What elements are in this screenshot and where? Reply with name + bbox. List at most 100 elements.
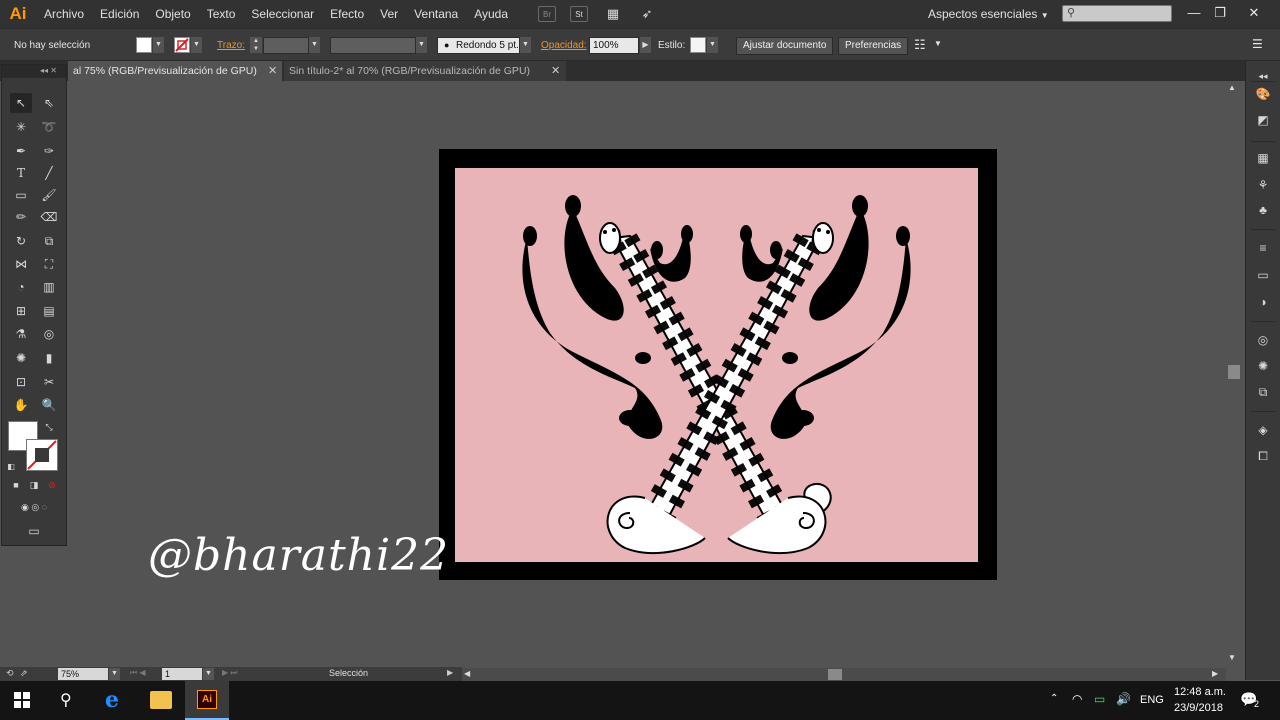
- layers-panel-icon[interactable]: ◈: [1253, 421, 1273, 439]
- rotate-tool-icon[interactable]: ↻: [10, 231, 32, 251]
- line-tool-icon[interactable]: ╱: [38, 163, 60, 183]
- swatches-panel-icon[interactable]: ▦: [1253, 149, 1273, 167]
- stock-icon[interactable]: St: [570, 6, 589, 22]
- artboard-nav-last-icon[interactable]: ▶ ⏭: [222, 668, 238, 678]
- menu-ayuda[interactable]: Ayuda: [466, 0, 516, 28]
- horizontal-scroll-thumb[interactable]: [828, 669, 842, 680]
- variable-width-dropdown[interactable]: ▼: [416, 37, 427, 53]
- blend-tool-icon[interactable]: ◎: [38, 324, 60, 344]
- close-button[interactable]: ✕: [1244, 4, 1264, 22]
- menu-objeto[interactable]: Objeto: [147, 0, 198, 28]
- appearance-panel-icon[interactable]: ◎: [1253, 331, 1273, 349]
- share-icon[interactable]: ⇗: [20, 668, 28, 679]
- stroke-dropdown[interactable]: ▼: [191, 37, 202, 53]
- graphic-styles-icon[interactable]: ✺: [1253, 357, 1273, 375]
- scroll-up-arrow-icon[interactable]: ▲: [1228, 83, 1236, 92]
- eraser-tool-icon[interactable]: ⌫: [38, 207, 60, 227]
- screen-mode-icon[interactable]: ▭: [22, 521, 46, 539]
- stroke-weight-dropdown[interactable]: ▼: [309, 37, 320, 53]
- status-menu-arrow-icon[interactable]: ▶: [447, 668, 453, 677]
- artboard[interactable]: [455, 168, 978, 562]
- hand-tool-icon[interactable]: ✋: [10, 395, 32, 415]
- arrange-icon[interactable]: ☷: [914, 37, 926, 53]
- scale-tool-icon[interactable]: ⧉: [38, 231, 60, 251]
- menu-texto[interactable]: Texto: [199, 0, 244, 28]
- lasso-tool-icon[interactable]: ➰: [38, 117, 60, 137]
- color-guide-icon[interactable]: ◩: [1253, 111, 1273, 129]
- scroll-left-arrow-icon[interactable]: ◀: [464, 669, 470, 678]
- artboard-tool-icon[interactable]: ⊡: [10, 372, 32, 392]
- close-icon[interactable]: ✕: [268, 61, 277, 81]
- fill-dropdown[interactable]: ▼: [153, 37, 164, 53]
- fit-document-button[interactable]: Ajustar documento: [736, 37, 834, 55]
- style-swatch[interactable]: [690, 37, 706, 53]
- tab-document-1[interactable]: al 75% (RGB/Previsualización de GPU): [68, 61, 282, 81]
- search-input[interactable]: ⚲: [1062, 5, 1172, 22]
- width-tool-icon[interactable]: ⋈: [10, 254, 32, 274]
- menu-ventana[interactable]: Ventana: [406, 0, 466, 28]
- chevron-up-icon[interactable]: ⌃: [1050, 693, 1058, 704]
- horizontal-scrollbar[interactable]: ◀ ▶: [462, 668, 1226, 681]
- rotate-view-icon[interactable]: ⟲: [6, 668, 14, 679]
- menu-edicion[interactable]: Edición: [92, 0, 147, 28]
- column-graph-tool-icon[interactable]: ▮: [38, 348, 60, 368]
- shape-builder-tool-icon[interactable]: ◔: [10, 277, 32, 297]
- mesh-tool-icon[interactable]: ⊞: [10, 301, 32, 321]
- drawing-modes-icon[interactable]: ◉ ◎ ◌: [8, 499, 60, 515]
- perspective-grid-tool-icon[interactable]: ▥: [38, 277, 60, 297]
- zoom-level-field[interactable]: 75%: [58, 668, 108, 680]
- clock-time[interactable]: 12:48 a.m.: [1174, 686, 1226, 698]
- scroll-down-arrow-icon[interactable]: ▼: [1228, 653, 1236, 662]
- style-dropdown[interactable]: ▼: [707, 37, 718, 53]
- menu-ver[interactable]: Ver: [372, 0, 406, 28]
- opacity-label[interactable]: Opacidad:: [541, 40, 587, 51]
- panel-menu-icon[interactable]: ☰: [1252, 37, 1263, 51]
- curvature-tool-icon[interactable]: ✑: [38, 141, 60, 161]
- opacity-slider-arrow[interactable]: ▶: [640, 37, 651, 53]
- stroke-panel-icon[interactable]: ≡: [1253, 239, 1273, 257]
- wifi-icon[interactable]: ◠: [1072, 692, 1082, 706]
- stroke-weight-field[interactable]: [263, 37, 309, 54]
- workspace-switcher[interactable]: Aspectos esenciales ▼: [928, 7, 1049, 21]
- tab-document-2[interactable]: Sin título-2* al 70% (RGB/Previsualizaci…: [284, 61, 566, 81]
- edge-browser-icon[interactable]: e: [105, 687, 119, 713]
- direct-selection-tool-icon[interactable]: ⇖: [38, 93, 60, 113]
- menu-efecto[interactable]: Efecto: [322, 0, 372, 28]
- chevron-down-icon[interactable]: ▼: [934, 39, 942, 48]
- scroll-right-arrow-icon[interactable]: ▶: [1212, 669, 1218, 678]
- brushes-panel-icon[interactable]: ⚘: [1253, 176, 1273, 194]
- symbols-panel-icon[interactable]: ♣: [1253, 201, 1273, 219]
- battery-icon[interactable]: ▭: [1094, 692, 1105, 706]
- brush-dropdown[interactable]: ▼: [520, 37, 531, 53]
- vertical-scroll-thumb[interactable]: [1228, 365, 1240, 379]
- windows-start-icon[interactable]: [14, 692, 30, 711]
- stroke-swatch[interactable]: [174, 37, 190, 53]
- vertical-scrollbar[interactable]: ▲ ▼: [1227, 81, 1241, 667]
- stroke-weight-stepper[interactable]: ▲ ▼: [250, 37, 262, 53]
- color-panel-icon[interactable]: 🎨: [1253, 85, 1273, 103]
- rectangle-tool-icon[interactable]: ▭: [10, 185, 32, 205]
- minimize-button[interactable]: —: [1184, 4, 1204, 22]
- stroke-color-box[interactable]: [26, 439, 58, 471]
- none-mode-icon[interactable]: ⊘: [44, 477, 60, 493]
- bridge-icon[interactable]: Br: [538, 6, 557, 22]
- illustrator-taskbar-button[interactable]: Ai: [185, 681, 229, 720]
- magic-wand-tool-icon[interactable]: ✳: [10, 117, 32, 137]
- zoom-dropdown[interactable]: ▼: [109, 668, 120, 680]
- gradient-mode-icon[interactable]: ◨: [26, 477, 42, 493]
- free-transform-tool-icon[interactable]: ⛶: [38, 254, 60, 274]
- volume-icon[interactable]: 🔊: [1116, 692, 1131, 706]
- language-indicator[interactable]: ENG: [1140, 694, 1164, 706]
- restore-button[interactable]: ❐: [1210, 4, 1230, 22]
- artboard-nav-first-icon[interactable]: ⏮ ◀: [130, 668, 146, 678]
- clock-date[interactable]: 23/9/2018: [1174, 702, 1223, 714]
- stroke-label[interactable]: Trazo:: [217, 40, 245, 51]
- gpu-performance-icon[interactable]: ➶: [638, 6, 656, 22]
- opacity-field[interactable]: 100%: [589, 37, 639, 54]
- preferences-button[interactable]: Preferencias: [838, 37, 909, 55]
- transparency-panel-icon[interactable]: ◑: [1253, 293, 1273, 311]
- menu-seleccionar[interactable]: Seleccionar: [243, 0, 322, 28]
- tools-panel-header[interactable]: ◂◂ ✕: [2, 65, 66, 78]
- zoom-tool-icon[interactable]: 🔍: [38, 395, 60, 415]
- selection-tool-icon[interactable]: ↖: [10, 93, 32, 113]
